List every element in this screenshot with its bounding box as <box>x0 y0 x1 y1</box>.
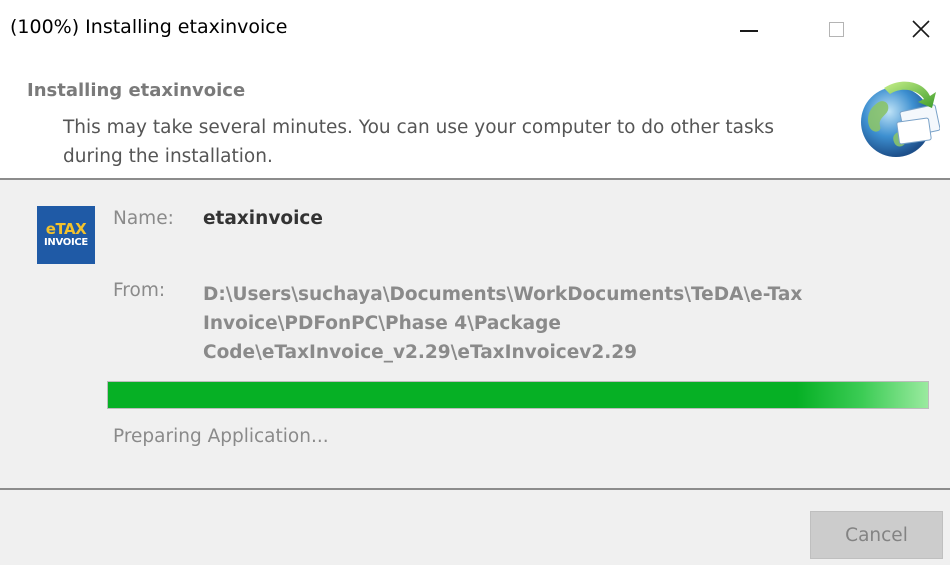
header-title: Installing etaxinvoice <box>27 80 246 101</box>
maximize-icon <box>828 21 844 37</box>
close-icon <box>912 20 930 38</box>
app-icon-line2: INVOICE <box>44 237 88 248</box>
installer-footer: Cancel <box>0 490 950 565</box>
progress-fill <box>108 382 928 408</box>
etax-app-icon: eTAX INVOICE <box>37 206 95 264</box>
maximize-button[interactable] <box>813 0 859 58</box>
installer-window: (100%) Installing etaxinvoice Installing… <box>0 0 950 565</box>
name-value: etaxinvoice <box>203 208 323 229</box>
install-progress-bar <box>107 381 929 409</box>
globe-install-icon <box>861 81 940 157</box>
name-label: Name: <box>113 208 174 229</box>
minimize-button[interactable] <box>726 0 772 58</box>
from-label: From: <box>113 280 166 301</box>
title-bar: (100%) Installing etaxinvoice <box>0 0 950 58</box>
window-title: (100%) Installing etaxinvoice <box>10 16 288 38</box>
installer-header: Installing etaxinvoice This may take sev… <box>0 58 950 178</box>
app-icon-line1: eTAX <box>45 220 87 238</box>
installer-body: eTAX INVOICE Name: etaxinvoice From: D:\… <box>0 180 950 488</box>
close-button[interactable] <box>898 0 944 58</box>
status-text: Preparing Application... <box>113 426 329 447</box>
from-path-value: D:\Users\suchaya\Documents\WorkDocuments… <box>203 284 803 363</box>
cancel-button[interactable]: Cancel <box>810 511 943 559</box>
minimize-icon <box>740 30 758 32</box>
header-description: This may take several minutes. You can u… <box>63 117 774 167</box>
